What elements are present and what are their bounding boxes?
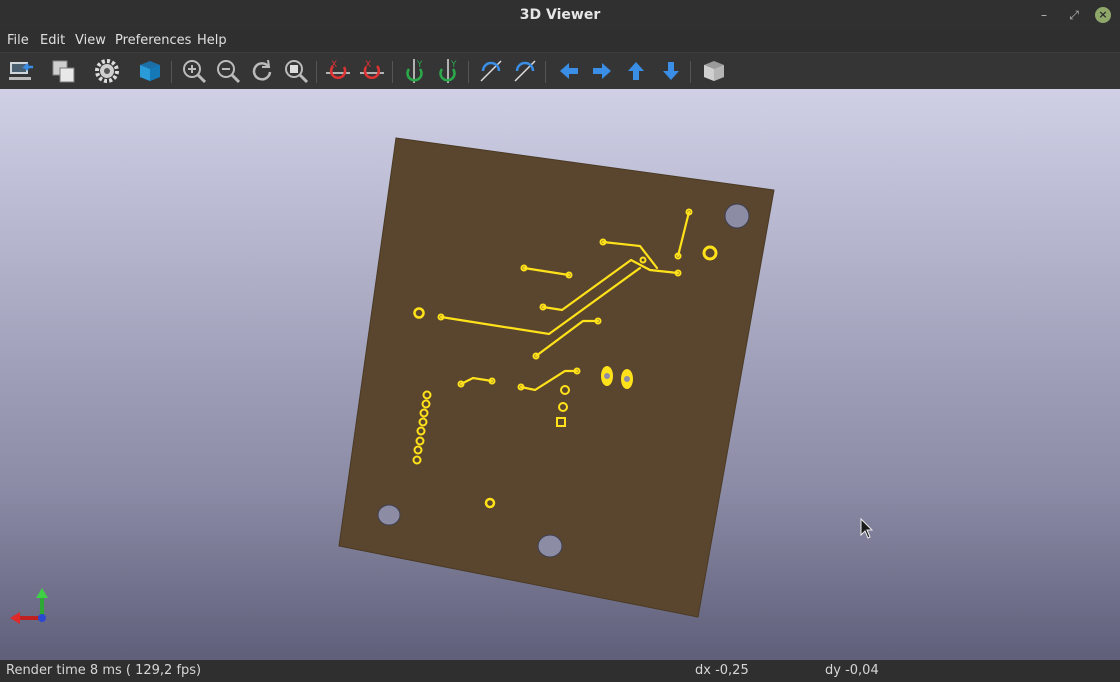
window-title: 3D Viewer [519, 7, 601, 23]
ortho-view-cube-icon[interactable] [700, 57, 728, 85]
toolbar-separator [690, 61, 691, 83]
svg-text:X: X [365, 60, 371, 70]
copy-image-icon[interactable] [50, 57, 78, 85]
rotate-x-cw-icon[interactable]: X [324, 57, 352, 85]
menu-help[interactable]: Help [197, 33, 227, 48]
menu-bar: File Edit View Preferences Help [0, 30, 1120, 52]
toolbar-separator [316, 61, 317, 83]
toolbar-separator [468, 61, 469, 83]
dy-readout: dy -0,04 [825, 663, 879, 678]
rotate-y-ccw-icon[interactable]: Y [434, 57, 462, 85]
restore-icon[interactable]: ⤢ [1066, 7, 1082, 23]
title-bar: 3D Viewer – ⤢ × [0, 0, 1120, 30]
render-time: Render time 8 ms ( 129,2 fps) [6, 663, 202, 678]
rotate-y-cw-icon[interactable]: Y [400, 57, 428, 85]
settings-gear-icon[interactable] [93, 57, 121, 85]
menu-edit[interactable]: Edit [40, 33, 65, 48]
menu-file[interactable]: File [7, 33, 29, 48]
toolbar-separator [392, 61, 393, 83]
toolbar-separator [171, 61, 172, 83]
move-left-icon[interactable] [555, 57, 583, 85]
svg-text:X: X [331, 60, 337, 70]
toolbar: X X Y Y [0, 52, 1120, 91]
zoom-in-icon[interactable] [180, 57, 208, 85]
reload-board-icon[interactable] [7, 57, 35, 85]
dx-readout: dx -0,25 [695, 663, 749, 678]
menu-view[interactable]: View [75, 33, 106, 48]
svg-text:Y: Y [450, 60, 457, 70]
move-right-icon[interactable] [588, 57, 616, 85]
rotate-x-ccw-icon[interactable]: X [358, 57, 386, 85]
move-down-icon[interactable] [657, 57, 685, 85]
svg-text:Y: Y [416, 60, 423, 70]
axis-triad [10, 588, 48, 624]
minimize-icon[interactable]: – [1036, 7, 1052, 23]
rotate-z-ccw-icon[interactable] [511, 57, 539, 85]
3d-viewport[interactable] [0, 89, 1120, 660]
close-icon[interactable]: × [1095, 7, 1111, 23]
rotate-z-cw-icon[interactable] [477, 57, 505, 85]
toolbar-separator [545, 61, 546, 83]
move-up-icon[interactable] [622, 57, 650, 85]
zoom-fit-icon[interactable] [282, 57, 310, 85]
redraw-icon[interactable] [248, 57, 276, 85]
render-mode-cube-icon[interactable] [136, 57, 164, 85]
menu-preferences[interactable]: Preferences [115, 33, 191, 48]
status-bar: Render time 8 ms ( 129,2 fps) dx -0,25 d… [0, 660, 1120, 682]
mouse-cursor [860, 517, 874, 539]
zoom-out-icon[interactable] [214, 57, 242, 85]
